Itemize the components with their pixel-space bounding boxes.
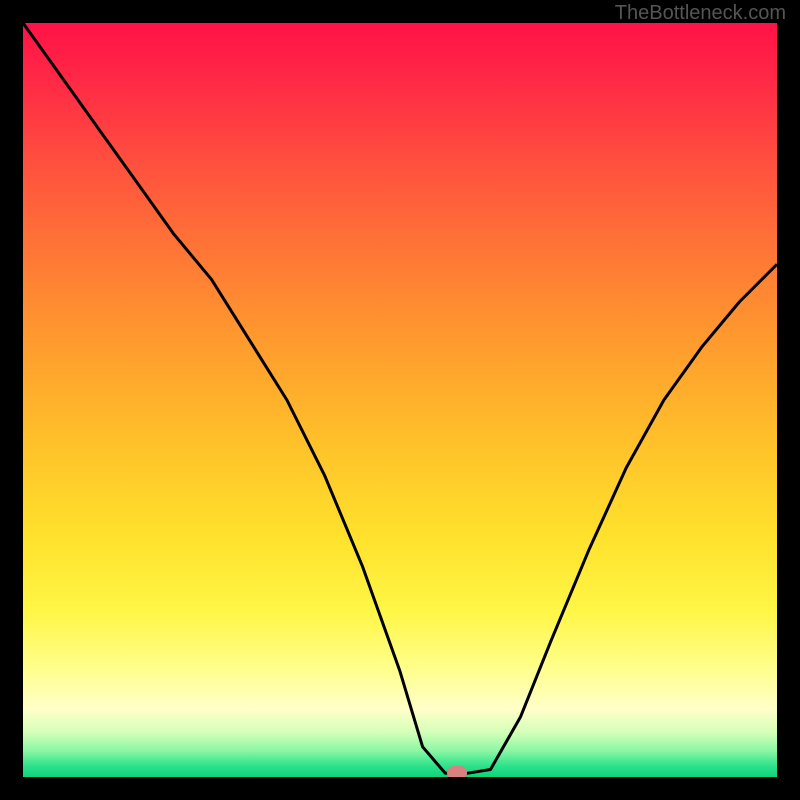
optimal-point-marker: [447, 766, 467, 777]
bottleneck-curve: [23, 23, 777, 773]
watermark-text: TheBottleneck.com: [615, 2, 786, 25]
plot-area: [23, 23, 777, 777]
curve-layer: [23, 23, 777, 777]
